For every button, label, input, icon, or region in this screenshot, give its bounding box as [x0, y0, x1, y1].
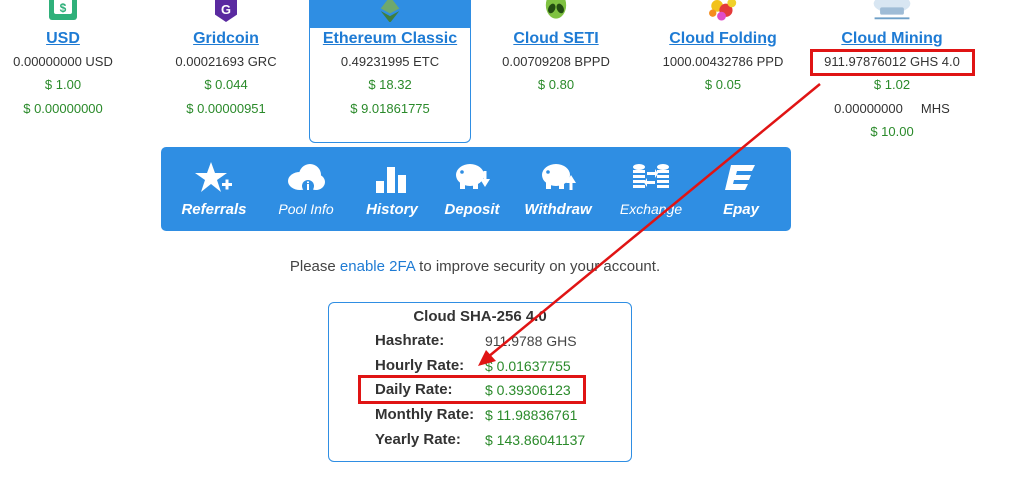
rate-row-hashrate: Hashrate: 911.9788 GHS [329, 332, 631, 352]
currency-price: $ 18.32 [368, 77, 412, 92]
svg-text:G: G [221, 2, 231, 17]
star-plus-icon [195, 162, 232, 192]
currency-secondary-price: $ 10.00 [870, 124, 914, 139]
piggy-withdraw-icon [542, 164, 576, 190]
currency-name[interactable]: Cloud Folding [648, 30, 798, 48]
nav-label: Epay [723, 201, 759, 218]
bar-chart-icon [376, 167, 406, 193]
alien-icon [545, 0, 567, 19]
currency-price: $ 1.02 [873, 77, 911, 92]
nav-deposit[interactable]: Deposit [432, 147, 512, 231]
rate-label: Hourly Rate: [375, 357, 465, 374]
nav-label: Pool Info [278, 201, 334, 217]
action-toolbar: Referrals Pool Info History Deposit With… [161, 147, 791, 231]
currency-balance: 0.00021693 GRC [175, 54, 277, 69]
nav-history[interactable]: History [352, 147, 432, 231]
currency-name[interactable]: Ethereum Classic [315, 30, 465, 48]
currency-value: $ 9.01861775 [350, 101, 430, 116]
nav-withdraw[interactable]: Withdraw [518, 147, 598, 231]
nav-label: Exchange [619, 201, 683, 217]
currency-name[interactable]: Gridcoin [151, 30, 301, 48]
currency-value: $ 0.00000951 [186, 101, 266, 116]
usd-icon: $ [49, 0, 77, 20]
svg-text:$: $ [60, 1, 67, 15]
rate-card-title: Cloud SHA-256 4.0 [413, 308, 547, 325]
exchange-icon [633, 164, 669, 188]
rate-label: Hashrate: [375, 332, 445, 349]
currency-price: $ 1.00 [44, 77, 82, 92]
currency-price: $ 0.044 [204, 77, 248, 92]
folding-molecule-icon [709, 0, 737, 21]
nav-label: Deposit [444, 201, 500, 218]
rate-value: $ 143.86041137 [485, 432, 586, 448]
rate-row-monthly: Monthly Rate: $ 11.98836761 [329, 406, 631, 426]
rate-row-yearly: Yearly Rate: $ 143.86041137 [329, 431, 631, 451]
rate-value: $ 0.01637755 [485, 358, 571, 374]
currency-balance: 0.49231995 ETC [340, 54, 440, 69]
rate-value: $ 11.98836761 [485, 407, 578, 423]
enable-2fa-link[interactable]: enable 2FA [340, 258, 415, 275]
currency-price: $ 0.05 [704, 77, 742, 92]
cloud-info-icon [288, 164, 325, 192]
gridcoin-icon: G [215, 0, 237, 22]
nav-referrals[interactable]: Referrals [174, 147, 254, 231]
rate-value: 911.9788 GHS [485, 333, 577, 349]
currency-balance: 1000.00432786 PPD [662, 54, 784, 69]
security-notice: Please enable 2FA to improve security on… [0, 258, 950, 275]
nav-exchange[interactable]: Exchange [611, 147, 691, 231]
currency-balance: 0.00000000 USD [13, 54, 113, 69]
currency-price: $ 0.80 [537, 77, 575, 92]
epay-icon [725, 165, 755, 190]
nav-epay[interactable]: Epay [701, 147, 781, 231]
highlight-cloud-mining-balance [810, 49, 975, 76]
rate-row-hourly: Hourly Rate: $ 0.01637755 [329, 357, 631, 377]
nav-pool-info[interactable]: Pool Info [266, 147, 346, 231]
notice-text-after: to improve security on your account. [415, 258, 661, 275]
nav-label: Referrals [181, 201, 247, 218]
nav-label: Withdraw [524, 201, 592, 218]
highlight-daily-rate [358, 375, 586, 404]
currency-name[interactable]: USD [0, 30, 138, 48]
currency-secondary-balance: 0.00000000 MHS [834, 101, 950, 116]
currency-name[interactable]: Cloud SETI [481, 30, 631, 48]
rate-label: Monthly Rate: [375, 406, 475, 423]
currency-name[interactable]: Cloud Mining [817, 30, 967, 48]
currency-value: $ 0.00000000 [23, 101, 103, 116]
ethereum-classic-icon [380, 0, 400, 22]
cloud-server-icon [873, 0, 911, 20]
rate-label: Yearly Rate: [375, 431, 461, 448]
currency-balance: 0.00709208 BPPD [502, 54, 610, 69]
piggy-deposit-icon [456, 164, 490, 189]
notice-text-before: Please [289, 258, 340, 275]
